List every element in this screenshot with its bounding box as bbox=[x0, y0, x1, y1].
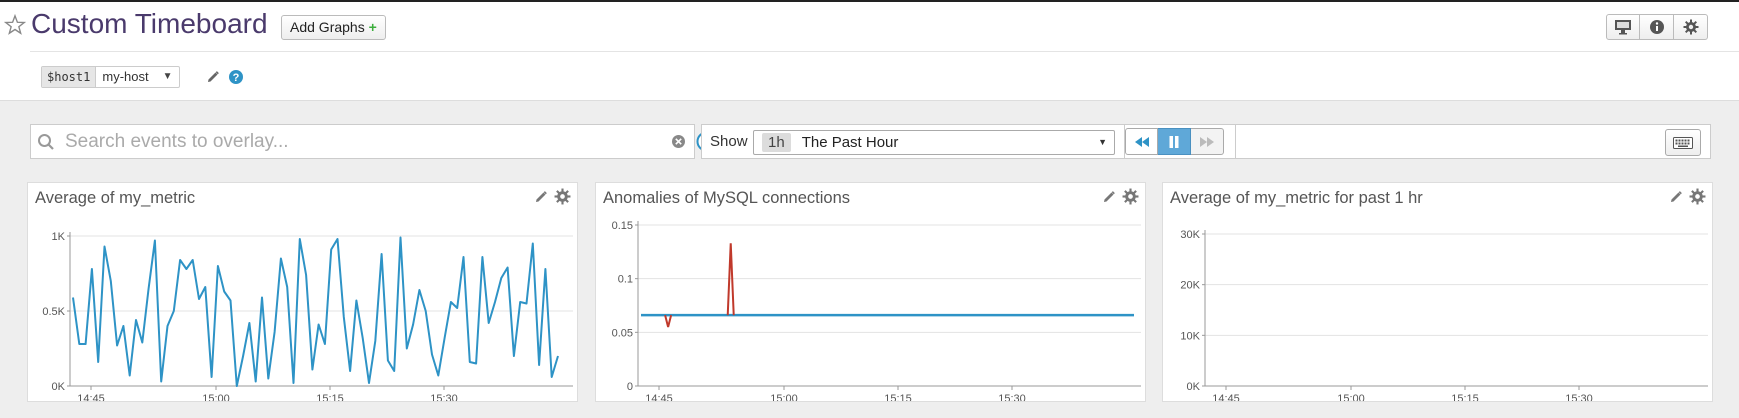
tv-mode-button[interactable] bbox=[1606, 14, 1640, 40]
widget-average-my-metric: Average of my_metric 0K 0.5K 1K 14:45 15:00 1… bbox=[27, 182, 578, 402]
widget-title: Average of my_metric bbox=[35, 189, 196, 207]
widget-title: Average of my_metric for past 1 hr bbox=[1170, 189, 1423, 207]
chevron-down-icon: ▼ bbox=[162, 71, 173, 82]
y-tick-label: 30K bbox=[1180, 229, 1200, 241]
x-tick-label: 14:45 bbox=[645, 393, 673, 401]
y-tick-label: 0.5K bbox=[42, 306, 65, 318]
x-tick-label: 15:00 bbox=[1337, 393, 1365, 401]
x-tick-label: 15:15 bbox=[1451, 393, 1479, 401]
search-input[interactable] bbox=[65, 129, 625, 154]
x-tick-label: 14:45 bbox=[77, 393, 105, 401]
page-title: Custom Timeboard bbox=[31, 8, 268, 39]
x-tick-label: 15:00 bbox=[770, 393, 798, 401]
template-variable-select[interactable]: my-host ▼ bbox=[96, 67, 178, 87]
widget-anomalies-mysql: Anomalies of MySQL connections 0 0.05 0.1 0… bbox=[595, 182, 1146, 402]
gear-icon[interactable] bbox=[1689, 188, 1706, 205]
timeframe-select[interactable]: 1h The Past Hour ▼ bbox=[753, 130, 1115, 155]
help-icon[interactable]: ? bbox=[228, 69, 244, 85]
add-graphs-button[interactable]: Add Graphs + bbox=[281, 15, 386, 40]
event-search bbox=[30, 124, 717, 159]
star-icon[interactable] bbox=[4, 14, 26, 36]
x-tick-label: 15:15 bbox=[884, 393, 912, 401]
keyboard-area bbox=[1236, 124, 1711, 159]
y-tick-label: 0.1 bbox=[618, 274, 633, 286]
y-tick-label: 0 bbox=[627, 381, 633, 393]
svg-text:?: ? bbox=[233, 72, 240, 84]
anomaly-spike bbox=[726, 243, 735, 316]
fast-forward-icon bbox=[1200, 136, 1214, 147]
timeframe-long: The Past Hour bbox=[801, 134, 899, 151]
search-icon bbox=[38, 134, 54, 150]
x-tick-label: 15:00 bbox=[202, 393, 230, 401]
y-tick-label: 0.15 bbox=[612, 220, 633, 232]
template-variable[interactable]: $host1 my-host ▼ bbox=[41, 66, 180, 88]
y-tick-label: 20K bbox=[1180, 280, 1200, 292]
info-icon bbox=[1649, 20, 1664, 34]
keyboard-icon bbox=[1673, 136, 1693, 149]
header-actions bbox=[1606, 14, 1708, 40]
gear-icon[interactable] bbox=[1122, 188, 1139, 205]
plus-icon: + bbox=[368, 19, 377, 35]
series-line bbox=[72, 236, 559, 387]
y-tick-label: 0K bbox=[1187, 381, 1201, 393]
rewind-icon bbox=[1134, 136, 1149, 147]
monitor-icon bbox=[1615, 20, 1631, 35]
timeframe-short: 1h bbox=[762, 133, 791, 152]
chart-average-my-metric: 0K 0.5K 1K 14:45 15:00 15:15 15:30 bbox=[42, 231, 573, 401]
header-divider bbox=[30, 51, 1739, 52]
header: Custom Timeboard Add Graphs + $host1 my-… bbox=[0, 2, 1739, 100]
y-tick-label: 0.05 bbox=[612, 327, 633, 339]
template-variable-value: my-host bbox=[102, 69, 149, 84]
anomaly-spike bbox=[664, 314, 673, 328]
gear-icon bbox=[1683, 19, 1698, 35]
settings-button[interactable] bbox=[1674, 14, 1708, 40]
keyboard-shortcuts-button[interactable] bbox=[1665, 129, 1701, 156]
widget-average-my-metric-past-hour: Average of my_metric for past 1 hr 0K 10K… bbox=[1162, 182, 1713, 402]
x-tick-label: 15:30 bbox=[430, 393, 458, 401]
clear-icon[interactable] bbox=[671, 134, 686, 149]
widget-title: Anomalies of MySQL connections bbox=[603, 189, 851, 207]
y-tick-label: 10K bbox=[1180, 330, 1200, 342]
chart-anomalies-mysql: 0 0.05 0.1 0.15 14:45 15:00 15:15 15:30 bbox=[612, 220, 1141, 401]
pause-icon bbox=[1169, 135, 1179, 148]
x-tick-label: 15:30 bbox=[1565, 393, 1593, 401]
template-variable-name: $host1 bbox=[42, 67, 97, 87]
pencil-icon[interactable] bbox=[534, 190, 548, 204]
x-tick-label: 15:15 bbox=[316, 393, 344, 401]
pause-button[interactable] bbox=[1158, 128, 1191, 155]
show-label: Show bbox=[710, 133, 748, 150]
pencil-icon[interactable] bbox=[206, 70, 220, 84]
chart-average-my-metric-past-hour: 0K 10K 20K 30K 14:45 15:00 15:15 15:30 bbox=[1180, 229, 1708, 401]
pencil-icon[interactable] bbox=[1669, 190, 1683, 204]
rewind-button[interactable] bbox=[1125, 128, 1158, 155]
x-tick-label: 14:45 bbox=[1212, 393, 1240, 401]
playback-controls bbox=[1124, 124, 1236, 159]
x-tick-label: 15:30 bbox=[998, 393, 1026, 401]
add-graphs-label: Add Graphs bbox=[290, 19, 365, 35]
y-tick-label: 1K bbox=[52, 231, 66, 243]
dashboard-content: Show 1h The Past Hour ▼ bbox=[0, 100, 1739, 418]
timeframe-picker: Show 1h The Past Hour ▼ bbox=[701, 124, 1125, 159]
y-tick-label: 0K bbox=[52, 381, 66, 393]
fast-forward-button[interactable] bbox=[1191, 128, 1224, 155]
chevron-down-icon: ▼ bbox=[1098, 137, 1107, 147]
pencil-icon[interactable] bbox=[1102, 190, 1116, 204]
info-button[interactable] bbox=[1640, 14, 1674, 40]
gear-icon[interactable] bbox=[554, 188, 571, 205]
